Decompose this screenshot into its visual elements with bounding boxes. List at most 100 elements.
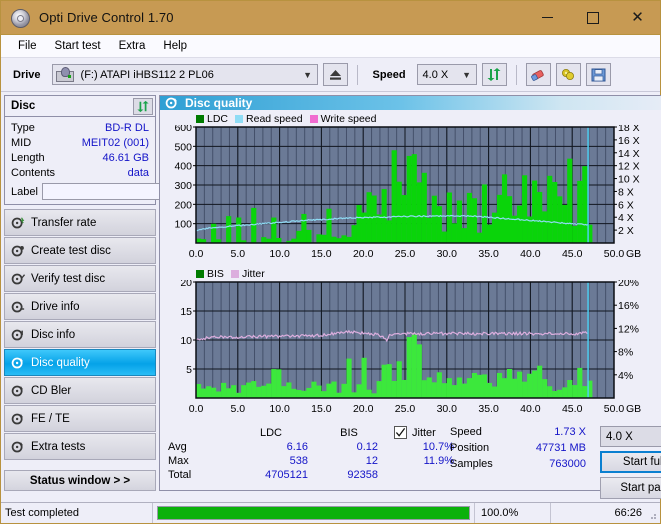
svg-text:2 X: 2 X [618,225,634,237]
eraser-icon [531,69,544,81]
disc-info-panel: Disc Type BD-R DL MID MEIT02 (001) Lengt… [4,95,245,205]
svg-text:30.0: 30.0 [437,248,458,260]
maximize-button[interactable] [570,2,615,34]
panel-header: Disc quality [160,96,661,110]
svg-text:GB: GB [626,403,641,415]
disc-test-icon [5,412,31,426]
window-title: Opti Drive Control 1.70 [39,10,174,25]
sidebar-item-label: Disc info [31,328,76,341]
progress-bar [157,506,470,520]
svg-text:30.0: 30.0 [437,403,458,415]
ldc-chart[interactable]: 100 200 300 400 500 600 2 X4 X6 X8 X10 X12 X14… [160,125,656,265]
speed-stat-value: 1.73 X [554,426,586,438]
app-disc-icon [9,8,31,28]
sidebar-item-label: FE / TE [31,412,70,425]
svg-text:10.0: 10.0 [269,248,290,260]
refresh-button[interactable] [481,63,507,86]
disc-row-value: data [127,166,149,179]
start-full-button[interactable]: Start full [600,451,661,473]
svg-text:18 X: 18 X [618,125,640,134]
progress-cell [153,503,474,523]
disc-row-value: BD-R DL [104,121,149,134]
jitter-label: Jitter [412,426,436,439]
svg-text:40.0: 40.0 [520,248,541,260]
svg-text:12 X: 12 X [618,161,640,173]
svg-text:35.0: 35.0 [478,403,499,415]
svg-text:45.0: 45.0 [562,403,583,415]
save-button[interactable] [585,63,611,86]
bis-chart-container: BIS Jitter 5 10 15 20 4% 8% 12% 16% 20% 0.0 5.0 10.… [160,265,661,420]
save-icon [591,68,606,81]
svg-text:20: 20 [180,280,192,289]
speed-select[interactable]: 4.0 X ▼ [416,64,477,85]
application-window: Opti Drive Control 1.70 ✕ File Start tes… [0,0,661,524]
sidebar-item-disc-quality[interactable]: Disc quality [4,349,156,376]
svg-text:15.0: 15.0 [311,403,332,415]
sidebar-item-transfer-rate[interactable]: Transfer rate [4,209,156,236]
stats-avg-bis: 0.12 [356,441,378,453]
speed-select-value: 4.0 X [422,68,449,81]
eject-button[interactable] [322,63,348,86]
disc-row-key: MID [11,136,32,149]
menu-item-start-test[interactable]: Start test [46,38,110,54]
bulb-icon [562,68,575,80]
start-part-button[interactable]: Start part [600,477,661,499]
svg-text:35.0: 35.0 [478,248,499,260]
sidebar-item-cd-bler[interactable]: CD Bler [4,377,156,404]
svg-text:200: 200 [174,199,192,211]
main-content: Disc quality LDC Read speed Write speed … [159,92,661,499]
svg-text:5.0: 5.0 [230,248,245,260]
svg-text:12%: 12% [618,323,639,335]
disc-quality-panel: Disc quality LDC Read speed Write speed … [159,95,661,499]
jitter-toggle[interactable]: Jitter [394,426,454,439]
close-button[interactable]: ✕ [615,2,660,34]
disc-row-length: Length 46.61 GB [11,150,149,165]
menu-item-help[interactable]: Help [154,38,196,54]
bis-chart[interactable]: 5 10 15 20 4% 8% 12% 16% 20% 0.0 5.0 10.0 15.0 20.0 25… [160,280,656,420]
speed-stat-label: Speed [450,426,482,438]
speed-label: Speed [372,68,406,81]
sidebar-item-label: Disc quality [31,356,90,369]
position-stat-value: 47731 MB [535,442,586,454]
disc-refresh-button[interactable] [133,97,153,115]
disc-test-icon [5,272,31,286]
sidebar-item-extra-tests[interactable]: Extra tests [4,433,156,460]
sidebar-item-disc-info[interactable]: Disc info [4,321,156,348]
sidebar-item-create-test-disc[interactable]: Create test disc [4,237,156,264]
svg-text:4%: 4% [618,370,633,382]
svg-text:8%: 8% [618,347,633,359]
drive-select[interactable]: (F:) ATAPI iHBS112 2 PL06 ▼ [51,64,318,85]
drive-select-value: (F:) ATAPI iHBS112 2 PL06 [80,68,214,81]
drive-icon [55,67,74,82]
status-window-button[interactable]: Status window > > [4,470,156,491]
minimize-button[interactable] [525,2,570,34]
disc-label-key: Label [11,185,38,198]
disc-test-icon [5,300,31,314]
sidebar-item-fe-te[interactable]: FE / TE [4,405,156,432]
jitter-checkbox[interactable] [394,426,407,439]
tools-button[interactable] [555,63,581,86]
test-speed-select[interactable]: 4.0 X ▼ [600,426,661,447]
menu-item-extra[interactable]: Extra [110,38,155,54]
svg-text:14 X: 14 X [618,148,640,160]
stats-avg-jitter: 10.7% [422,441,454,453]
stats-total-bis: 92358 [347,469,378,481]
sidebar-item-verify-test-disc[interactable]: Verify test disc [4,265,156,292]
erase-button[interactable] [525,63,551,86]
svg-text:16 X: 16 X [618,135,640,147]
sidebar-item-drive-info[interactable]: Drive info [4,293,156,320]
disc-label-row: Label [11,183,245,200]
svg-text:6 X: 6 X [618,199,634,211]
stats-row-label-max: Max [168,455,189,467]
ldc-chart-container: LDC Read speed Write speed 100 200 300 400 5… [160,110,661,265]
resize-grip-icon[interactable] [647,510,657,520]
disc-row-type: Type BD-R DL [11,120,149,135]
stats-max-jitter: 11.9% [423,455,454,467]
progress-fill [158,507,469,519]
test-controls: 4.0 X ▼ Start full Start part [600,426,661,499]
sidebar-item-label: Drive info [31,300,80,313]
drive-label: Drive [13,68,41,81]
menu-item-file[interactable]: File [9,38,46,54]
svg-text:0.0: 0.0 [189,403,204,415]
bis-chart-legend: BIS Jitter [160,267,661,280]
